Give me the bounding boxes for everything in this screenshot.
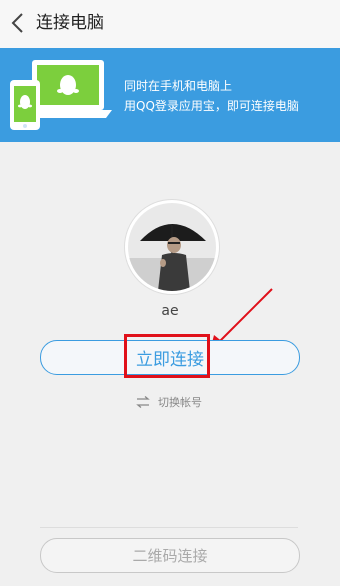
user-avatar[interactable] xyxy=(125,200,219,294)
qr-code-connect-button[interactable]: 二维码连接 xyxy=(40,538,300,573)
banner-line-1: 同时在手机和电脑上 xyxy=(124,79,233,93)
divider xyxy=(40,527,298,528)
top-bar: 连接电脑 xyxy=(0,0,340,49)
qq-devices-illustration xyxy=(10,60,112,130)
banner: 同时在手机和电脑上 用QQ登录应用宝，即可连接电脑 xyxy=(0,48,340,142)
swap-icon xyxy=(136,396,150,408)
chevron-left-icon[interactable] xyxy=(10,12,26,34)
qr-code-connect-label: 二维码连接 xyxy=(132,547,208,565)
banner-line-2: 用QQ登录应用宝，即可连接电脑 xyxy=(124,99,299,113)
switch-account-link[interactable]: 切换帐号 xyxy=(136,394,202,410)
annotation-highlight-box xyxy=(124,334,210,378)
page-title: 连接电脑 xyxy=(36,13,104,33)
switch-account-label: 切换帐号 xyxy=(158,396,202,409)
banner-text: 同时在手机和电脑上 用QQ登录应用宝，即可连接电脑 xyxy=(124,76,334,116)
avatar-photo xyxy=(128,203,216,291)
username: ae xyxy=(161,303,179,319)
